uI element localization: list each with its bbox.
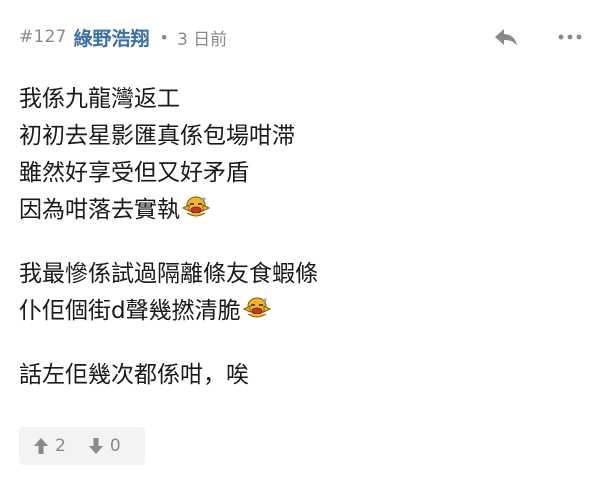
content-line-text: 我係九龍灣返工 xyxy=(19,85,180,112)
downvote-count: 0 xyxy=(109,436,121,456)
content-line-text: 我最慘係試過隔離條友食蝦條 xyxy=(19,260,318,287)
post-timestamp: 3 日前 xyxy=(176,29,228,50)
content-line: 因為咁落去實執 xyxy=(19,188,579,225)
paragraph: 我最慘係試過隔離條友食蝦條 仆佢個街d聲幾撚清脆 xyxy=(19,252,579,326)
content-line-text: 雖然好享受但又好矛盾 xyxy=(19,159,249,186)
header-actions xyxy=(491,22,585,52)
content-line: 仆佢個街d聲幾撚清脆 xyxy=(19,289,579,326)
content-line: 初初去星影匯真係包場咁滞 xyxy=(19,114,579,151)
reply-icon xyxy=(495,29,517,46)
content-line-text: 仆佢個街d聲幾撚清脆 xyxy=(19,297,241,324)
reply-button[interactable] xyxy=(491,22,521,52)
thumbs-up-arrow-icon xyxy=(34,438,48,454)
upvote-count: 2 xyxy=(55,436,66,456)
sweat-emoji-icon xyxy=(181,196,211,216)
meta-separator: • xyxy=(159,27,169,47)
content-line: 我最慘係試過隔離條友食蝦條 xyxy=(19,252,579,289)
post-content: 我係九龍灣返工 初初去星影匯真係包場咁滞 雖然好享受但又好矛盾 因為咁落去實執 … xyxy=(19,77,579,417)
more-options-button[interactable] xyxy=(555,22,585,52)
post-card: #127 綠野浩翔 • 3 日前 我係九龍灣返工 初初去星影匯真係包場咁滞 雖然… xyxy=(0,0,615,485)
upvote-button[interactable]: 2 xyxy=(33,427,66,465)
vote-bar: 2 0 xyxy=(19,427,145,465)
content-line: 我係九龍灣返工 xyxy=(19,77,579,114)
content-line-text: 因為咁落去實執 xyxy=(19,196,180,223)
post-header: #127 綠野浩翔 • 3 日前 xyxy=(19,22,585,52)
downvote-button[interactable]: 0 xyxy=(88,427,121,465)
thumbs-down-arrow-icon xyxy=(88,438,103,454)
content-line: 話左佢幾次都係咁，唉 xyxy=(19,353,579,390)
more-icon xyxy=(558,34,582,40)
sweat-emoji-icon xyxy=(242,297,271,317)
post-number[interactable]: #127 xyxy=(19,27,67,47)
content-line: 雖然好享受但又好矛盾 xyxy=(19,151,579,188)
content-line-text: 話左佢幾次都係咁，唉 xyxy=(19,361,249,388)
paragraph: 話左佢幾次都係咁，唉 xyxy=(19,353,579,390)
content-line-text: 初初去星影匯真係包場咁滞 xyxy=(19,122,295,149)
paragraph: 我係九龍灣返工 初初去星影匯真係包場咁滞 雖然好享受但又好矛盾 因為咁落去實執 xyxy=(19,77,579,225)
author-name[interactable]: 綠野浩翔 xyxy=(74,24,150,51)
